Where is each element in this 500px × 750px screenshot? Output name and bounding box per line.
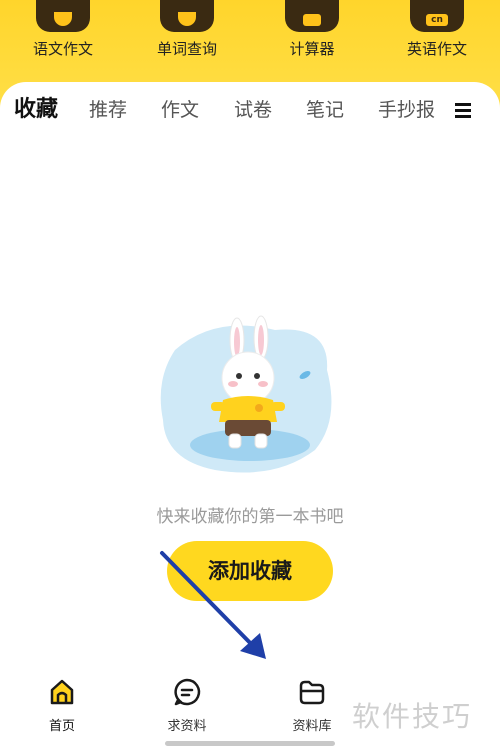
empty-state-message: 快来收藏你的第一本书吧 (156, 507, 344, 527)
tool-english-essay[interactable]: cn 英语作文 (382, 0, 492, 59)
annotation-arrow-icon (160, 551, 266, 659)
pen-nib-icon (36, 0, 90, 32)
tab-label: 手抄报 (378, 99, 436, 121)
tool-label: 计算器 (289, 40, 335, 58)
chat-bubble-icon (172, 677, 202, 707)
tab-handwritten-poster[interactable]: 手抄报 (378, 92, 440, 132)
tool-label: 语文作文 (32, 40, 93, 58)
home-icon (47, 677, 77, 707)
tab-label: 收藏 (14, 97, 59, 122)
tab-essays[interactable]: 作文 (161, 92, 199, 132)
tool-shortcuts: 语文作文 单词查询 计算器 cn 英语作文 (0, 0, 500, 80)
tab-label: 作文 (161, 99, 200, 121)
letter-a-search-icon (160, 0, 214, 32)
tab-label: 推荐 (89, 99, 128, 121)
tab-notes[interactable]: 笔记 (306, 92, 344, 132)
home-indicator[interactable] (165, 741, 335, 746)
menu-icon[interactable] (455, 103, 473, 119)
nav-library[interactable]: 资料库 (267, 677, 357, 734)
cn-badge-icon: cn (410, 0, 464, 32)
tab-label: 试卷 (234, 99, 273, 121)
nav-label: 求资料 (167, 719, 207, 734)
tool-chinese-essay[interactable]: 语文作文 (8, 0, 118, 59)
tab-exam-papers[interactable]: 试卷 (234, 92, 272, 132)
tab-favorites[interactable]: 收藏 (14, 92, 58, 132)
bunny-mascot-illustration (155, 310, 345, 485)
nav-home[interactable]: 首页 (17, 677, 107, 734)
nav-label: 资料库 (292, 719, 332, 734)
tool-word-lookup[interactable]: 单词查询 (132, 0, 242, 59)
folder-icon (297, 677, 327, 707)
nav-request-materials[interactable]: 求资料 (142, 677, 232, 734)
calculator-icon (285, 0, 339, 32)
watermark: 软件技巧 (352, 700, 473, 733)
tool-calculator[interactable]: 计算器 (257, 0, 367, 59)
tool-label: 单词查询 (156, 40, 217, 58)
category-tabs: 收藏 推荐 作文 试卷 笔记 手抄报 (0, 92, 500, 132)
tab-label: 笔记 (306, 99, 345, 121)
nav-label: 首页 (48, 719, 75, 734)
tab-recommended[interactable]: 推荐 (89, 92, 127, 132)
tool-label: 英语作文 (406, 40, 467, 58)
